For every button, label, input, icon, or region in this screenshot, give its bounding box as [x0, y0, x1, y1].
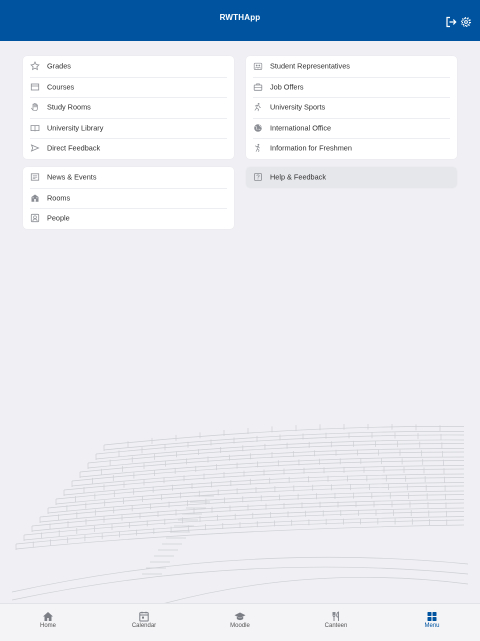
menu-item-student-representatives[interactable]: Student Representatives	[246, 56, 457, 77]
hand-icon	[31, 103, 38, 112]
menu-item-information-for-freshmen[interactable]: Information for Freshmen	[246, 138, 457, 159]
group-icon	[253, 63, 263, 71]
menu-item-label: Study Rooms	[47, 102, 91, 112]
help-icon	[254, 173, 262, 182]
home-icon	[43, 612, 53, 621]
tab-canteen[interactable]: Canteen	[288, 604, 384, 641]
menu-item-label: Rooms	[47, 193, 71, 203]
building-icon	[31, 194, 39, 202]
menu-item-label: University Library	[47, 123, 104, 133]
menu-item-help-feedback[interactable]: Help & Feedback	[246, 167, 457, 188]
tab-home[interactable]: Home	[0, 604, 96, 641]
menu-item-international-office[interactable]: International Office	[246, 117, 457, 139]
tab-label: Canteen	[324, 623, 348, 629]
logout-icon[interactable]	[445, 16, 457, 28]
cutlery-icon	[332, 611, 339, 621]
courses-icon	[30, 83, 40, 91]
sports-icon	[254, 103, 261, 112]
menu-item-label: Courses	[47, 82, 75, 92]
menu-card-help: Help & Feedback	[246, 167, 457, 188]
menu-item-university-library[interactable]: University Library	[23, 117, 234, 139]
menu-item-label: Direct Feedback	[47, 143, 101, 153]
briefcase-icon	[253, 83, 263, 91]
app-title: RWTHApp	[219, 13, 261, 22]
menu-item-university-sports[interactable]: University Sports	[246, 97, 457, 118]
menu-card-main: Grades Courses Study Rooms University Li…	[23, 56, 234, 159]
newspaper-icon	[30, 173, 40, 181]
star-icon	[30, 61, 40, 71]
menu-item-label: People	[47, 213, 70, 223]
menu-item-label: Grades	[47, 61, 71, 71]
menu-item-grades[interactable]: Grades	[23, 56, 234, 77]
menu-card-services: Student Representatives Job Offers Unive…	[246, 56, 457, 159]
gear-icon[interactable]	[460, 16, 472, 28]
menu-item-label: International Office	[270, 123, 332, 133]
tab-calendar[interactable]: Calendar	[96, 604, 192, 641]
menu-item-courses[interactable]: Courses	[23, 76, 234, 98]
graduation-cap-icon	[234, 612, 246, 621]
menu-item-label: Information for Freshmen	[270, 143, 352, 153]
menu-item-label: Help & Feedback	[270, 172, 326, 182]
book-icon	[30, 124, 40, 132]
menu-item-people[interactable]: People	[23, 208, 234, 229]
menu-item-label: Student Representatives	[270, 61, 350, 71]
menu-item-label: News & Events	[47, 172, 97, 182]
calendar-icon	[139, 611, 149, 622]
tab-menu[interactable]: Menu	[384, 604, 480, 641]
menu-item-news-events[interactable]: News & Events	[23, 167, 234, 188]
menu-item-label: University Sports	[270, 102, 326, 112]
tab-label: Menu	[424, 623, 440, 629]
tab-label: Calendar	[131, 623, 157, 629]
tab-label: Home	[39, 623, 56, 629]
menu-card-campus: News & Events Rooms People	[23, 167, 234, 229]
menu-item-study-rooms[interactable]: Study Rooms	[23, 97, 234, 118]
menu-item-job-offers[interactable]: Job Offers	[246, 76, 457, 98]
lecture-hall-illustration	[12, 424, 468, 604]
app-bar: RWTHApp	[0, 0, 480, 41]
freshmen-icon	[255, 144, 260, 153]
bottom-navigation: Home Calendar Moodle Canteen Menu	[0, 603, 480, 641]
tab-moodle[interactable]: Moodle	[192, 604, 288, 641]
send-icon	[30, 144, 40, 152]
person-icon	[30, 214, 40, 223]
menu-item-rooms[interactable]: Rooms	[23, 187, 234, 209]
tab-label: Moodle	[230, 623, 250, 629]
menu-item-direct-feedback[interactable]: Direct Feedback	[23, 138, 234, 159]
grid-icon	[427, 612, 437, 621]
globe-icon	[254, 123, 262, 132]
menu-item-label: Job Offers	[270, 82, 304, 92]
